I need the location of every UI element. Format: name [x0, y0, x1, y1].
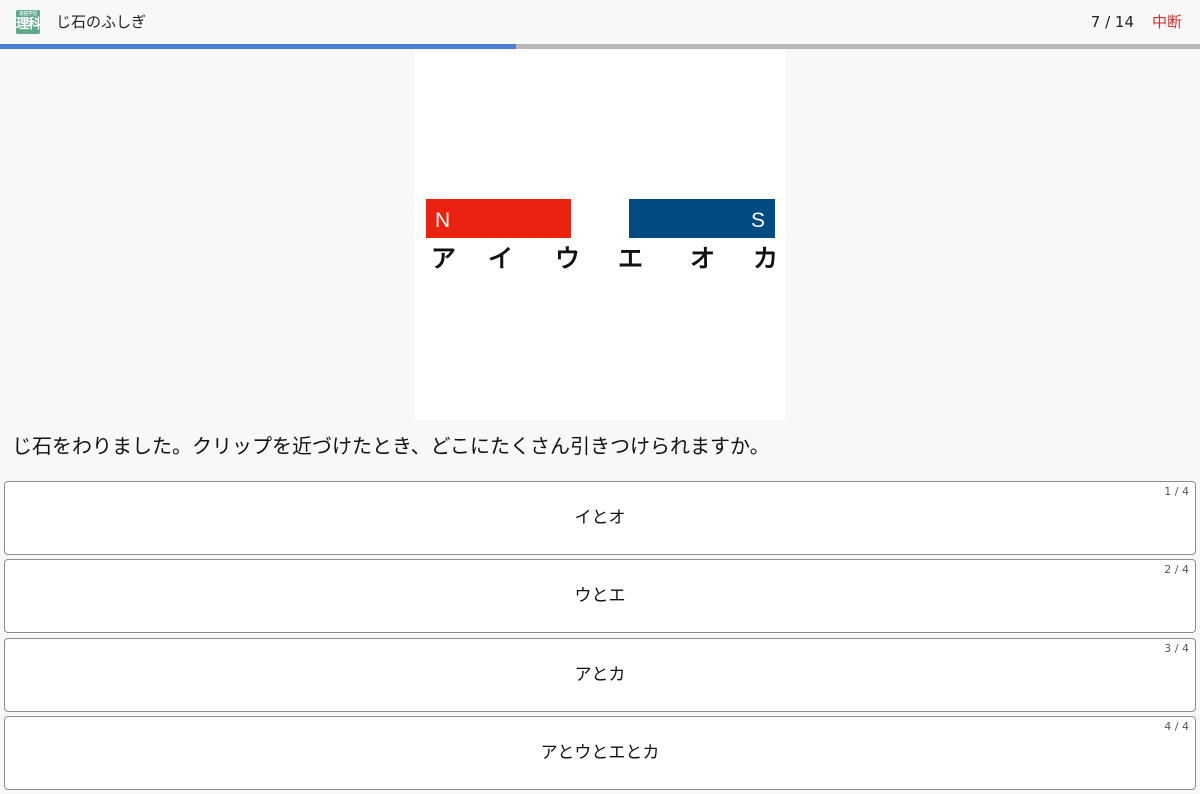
north-pole-label: N	[435, 209, 450, 232]
answer-choice-index: 2 / 4	[1164, 563, 1189, 576]
progress-bar-fill	[0, 44, 516, 49]
answer-choice-index: 4 / 4	[1164, 720, 1189, 733]
position-label-i: イ	[488, 244, 513, 273]
answer-choice-1[interactable]: イとオ 1 / 4	[4, 481, 1196, 555]
question-figure: N S ア イ ウ エ オ カ	[414, 50, 786, 420]
app-logo-subject: 理科	[16, 17, 40, 32]
question-counter: 7 / 14	[1090, 13, 1134, 31]
position-label-a: ア	[431, 244, 456, 273]
question-text: じ石をわりました。クリップを近づけたとき、どこにたくさん引きつけられますか。	[12, 434, 770, 458]
answer-choice-index: 1 / 4	[1164, 485, 1189, 498]
lesson-title: じ石のふしぎ	[56, 13, 147, 31]
answer-choice-index: 3 / 4	[1164, 642, 1189, 655]
magnet-diagram: N S ア イ ウ エ オ カ	[426, 199, 778, 273]
position-label-ka: カ	[753, 244, 778, 273]
answer-choice-3[interactable]: アとカ 3 / 4	[4, 638, 1196, 712]
answer-choice-text: アとカ	[574, 665, 626, 685]
south-pole-label: S	[751, 209, 765, 232]
quit-button[interactable]: 中断	[1152, 12, 1182, 32]
answer-choice-text: ウとエ	[574, 586, 626, 606]
app-logo-icon: 家庭学習 理科	[16, 10, 40, 34]
answer-choice-text: アとウとエとカ	[540, 743, 660, 763]
position-label-o: オ	[690, 244, 715, 273]
answer-choice-4[interactable]: アとウとエとカ 4 / 4	[4, 716, 1196, 790]
answer-choice-2[interactable]: ウとエ 2 / 4	[4, 559, 1196, 633]
header-bar: 家庭学習 理科 じ石のふしぎ 7 / 14 中断	[0, 0, 1200, 44]
position-label-e: エ	[618, 244, 643, 273]
position-label-u: ウ	[555, 244, 580, 273]
answer-choice-text: イとオ	[574, 508, 626, 528]
progress-bar	[0, 44, 1200, 49]
